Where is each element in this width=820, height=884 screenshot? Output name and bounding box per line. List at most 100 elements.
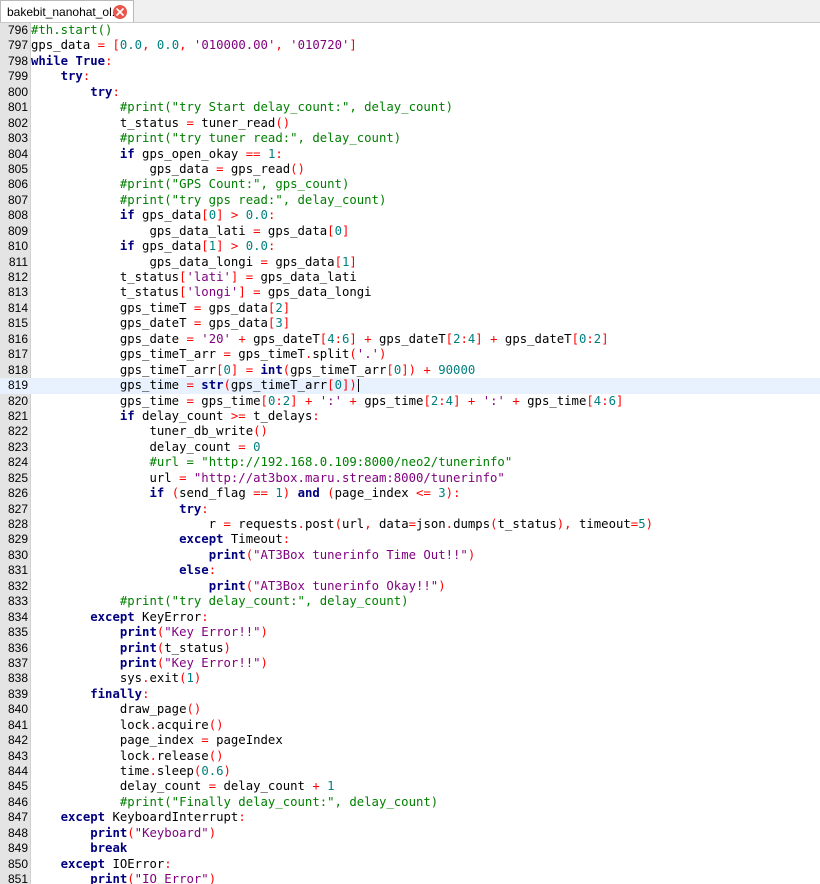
line-number: 803 (7, 131, 28, 146)
code-line[interactable]: 804 if gps_open_okay == 1: (0, 147, 820, 162)
code-line[interactable]: 820 gps_time = gps_time[0:2] + ':' + gps… (0, 394, 820, 409)
line-number: 811 (8, 254, 28, 269)
code-line[interactable]: 812 t_status['lati'] = gps_data_lati (0, 270, 820, 285)
code-token: ( (171, 486, 180, 501)
close-icon[interactable] (113, 5, 127, 19)
code-line[interactable]: 847 except KeyboardInterrupt: (0, 810, 820, 825)
code-line[interactable]: 807 #print("try gps read:", delay_count) (0, 193, 820, 208)
code-token: print (119, 625, 157, 640)
code-editor[interactable]: 796 #th.start() 797 gps_data = [0.0, 0.0, '… (0, 23, 820, 884)
code-token: delay_count (31, 439, 239, 454)
line-number: 813 (7, 285, 28, 300)
code-token: sys (31, 671, 143, 686)
code-line[interactable]: 842 page_index = pageIndex (0, 733, 820, 748)
code-line[interactable]: 826 if (send_flag == 1) and (page_index … (0, 486, 820, 501)
code-line[interactable]: 801 #print("try Start delay_count:", del… (0, 100, 820, 115)
code-token: '010000.00' (193, 38, 276, 53)
code-token: + (504, 393, 528, 408)
code-line[interactable]: 798 while True: (0, 54, 820, 69)
line-number: 806 (7, 177, 28, 192)
code-line[interactable]: 827 try: (0, 502, 820, 517)
code-text: t_status = tuner_read() (31, 116, 290, 131)
code-line[interactable]: 797 gps_data = [0.0, 0.0, '010000.00', '0… (0, 38, 820, 53)
code-token: ) (223, 640, 231, 655)
current-code-line[interactable]: 819 gps_time = str(gps_timeT_arr[0]) (0, 378, 820, 394)
code-line[interactable]: 848 print("Keyboard") (0, 826, 820, 841)
code-token: gps_time (527, 393, 587, 408)
code-token: if (119, 146, 135, 161)
code-line[interactable]: 824 #url = "http://192.168.0.109:8000/ne… (0, 455, 820, 470)
code-line[interactable]: 828 r = requests.post(url, data=json.dum… (0, 517, 820, 532)
code-line[interactable]: 813 t_status['longi'] = gps_data_longi (0, 285, 820, 300)
code-text: #print("GPS Count:", gps_count) (31, 177, 350, 192)
code-line[interactable]: 799 try: (0, 69, 820, 84)
code-line[interactable]: 837 print("Key Error!!") (0, 656, 820, 671)
code-line[interactable]: 800 try: (0, 85, 820, 100)
code-line[interactable]: 822 tuner_db_write() (0, 424, 820, 439)
code-line[interactable]: 833 #print("try delay_count:", delay_cou… (0, 594, 820, 609)
code-line[interactable]: 840 draw_page() (0, 702, 820, 717)
code-line[interactable]: 834 except KeyError: (0, 610, 820, 625)
code-line[interactable]: 839 finally: (0, 687, 820, 702)
code-line[interactable]: 802 t_status = tuner_read() (0, 116, 820, 131)
code-text: gps_time = str(gps_timeT_arr[0]) (31, 378, 359, 393)
code-token: ] = (230, 362, 254, 377)
code-text: sys.exit(1) (31, 671, 201, 686)
code-line[interactable]: 845 delay_count = delay_count + 1 (0, 779, 820, 794)
code-line[interactable]: 817 gps_timeT_arr = gps_timeT.split('.') (0, 347, 820, 362)
code-line[interactable]: 843 lock.release() (0, 749, 820, 764)
code-token: t_status (31, 115, 187, 130)
code-token: KeyError (134, 609, 202, 624)
code-line[interactable]: 811 gps_data_longi = gps_data[1] (0, 255, 820, 270)
code-token: try (179, 501, 202, 516)
code-line[interactable]: 832 print("AT3Box tunerinfo Okay!!") (0, 579, 820, 594)
code-line[interactable]: 846 #print("Finally delay_count:", delay… (0, 795, 820, 810)
code-token: () (208, 748, 224, 763)
code-line[interactable]: 809 gps_data_lati = gps_data[0] (0, 224, 820, 239)
code-line[interactable]: 829 except Timeout: (0, 532, 820, 547)
code-line[interactable]: 823 delay_count = 0 (0, 440, 820, 455)
line-number: 816 (7, 331, 28, 346)
code-line[interactable]: 796 #th.start() (0, 23, 820, 38)
code-line[interactable]: 830 print("AT3Box tunerinfo Time Out!!") (0, 548, 820, 563)
code-line[interactable]: 806 #print("GPS Count:", gps_count) (0, 177, 820, 192)
code-line[interactable]: 803 #print("try tuner read:", delay_coun… (0, 131, 820, 146)
code-line[interactable]: 844 time.sleep(0.6) (0, 764, 820, 779)
text-caret (357, 379, 359, 393)
code-line[interactable]: 810 if gps_data[1] > 0.0: (0, 239, 820, 254)
code-line[interactable]: 816 gps_date = '20' + gps_dateT[4:6] + g… (0, 332, 820, 347)
code-line[interactable]: 821 if delay_count >= t_delays: (0, 409, 820, 424)
code-line[interactable]: 849 break (0, 841, 820, 856)
code-token: , (179, 38, 194, 53)
line-number: 796 (7, 23, 28, 37)
code-line[interactable]: 835 print("Key Error!!") (0, 625, 820, 640)
code-token: ] = (238, 285, 261, 300)
code-token: [ (327, 223, 335, 238)
code-line[interactable]: 836 print(t_status) (0, 641, 820, 656)
code-line[interactable]: 818 gps_timeT_arr[0] = int(gps_timeT_arr… (0, 363, 820, 378)
code-line[interactable]: 808 if gps_data[0] > 0.0: (0, 208, 820, 223)
code-token: 0.6 (201, 764, 224, 778)
code-token: except (60, 810, 106, 825)
code-token: [ (423, 393, 431, 408)
file-tab[interactable]: bakebit_nanohat_ol... (0, 0, 134, 22)
code-line[interactable]: 815 gps_dateT = gps_data[3] (0, 316, 820, 331)
code-line[interactable]: 838 sys.exit(1) (0, 671, 820, 686)
code-token: ] (601, 331, 609, 346)
code-line[interactable]: 805 gps_data = gps_read() (0, 162, 820, 177)
code-token: ( (334, 517, 342, 531)
code-token: ] (349, 38, 357, 53)
code-text: t_status['lati'] = gps_data_lati (31, 270, 357, 285)
code-line[interactable]: 850 except IOError: (0, 857, 820, 872)
code-token: [ (334, 254, 342, 269)
code-line[interactable]: 841 lock.acquire() (0, 718, 820, 733)
code-line[interactable]: 825 url = "http://at3box.maru.stream:800… (0, 471, 820, 486)
code-line[interactable]: 851 print("IO Error") (0, 872, 820, 884)
code-line[interactable]: 831 else: (0, 563, 820, 578)
code-token: . (149, 748, 157, 763)
code-line[interactable]: 814 gps_timeT = gps_data[2] (0, 301, 820, 316)
